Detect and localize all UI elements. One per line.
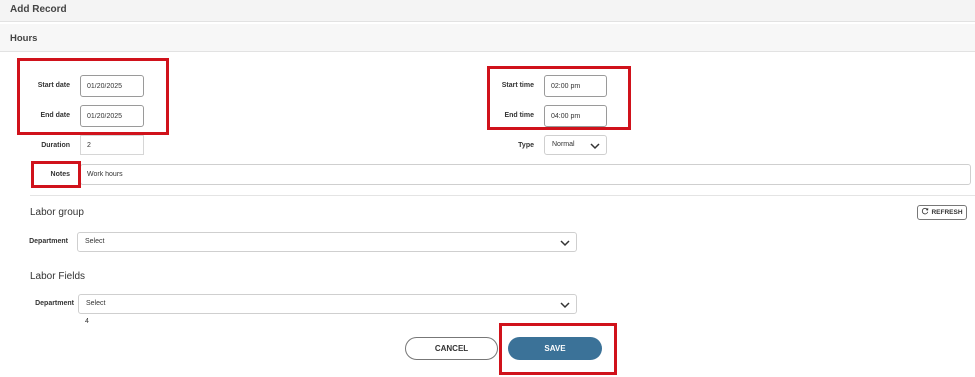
labor-fields-title: Labor Fields	[30, 271, 86, 282]
refresh-label: REFRESH	[931, 209, 963, 216]
dialog-title: Add Record	[10, 4, 67, 15]
type-label: Type	[518, 142, 534, 149]
start-date-label: Start date	[37, 82, 70, 89]
start-date-input[interactable]	[80, 75, 144, 97]
section-title: Hours	[10, 33, 38, 44]
labor-fields-sub-value: 4	[85, 318, 89, 325]
end-date-input[interactable]	[80, 105, 144, 127]
end-time-label: End time	[504, 112, 534, 119]
labor-group-department-label: Department	[29, 238, 68, 245]
end-time-input[interactable]	[544, 105, 607, 127]
start-time-input[interactable]	[544, 75, 607, 97]
end-date-label: End date	[40, 112, 70, 119]
type-select-value: Normal	[552, 141, 575, 148]
save-button[interactable]: SAVE	[508, 337, 602, 360]
labor-fields-department-select[interactable]: Select	[78, 294, 577, 314]
labor-fields-department-value: Select	[86, 300, 106, 307]
refresh-icon	[922, 207, 929, 215]
refresh-button[interactable]: REFRESH	[917, 205, 967, 220]
type-select[interactable]: Normal	[544, 135, 607, 155]
dialog-header: Add Record	[0, 0, 975, 22]
cancel-button[interactable]: CANCEL	[405, 337, 498, 360]
labor-fields-department-label: Department	[35, 300, 74, 307]
duration-input[interactable]	[80, 135, 144, 155]
notes-input[interactable]	[80, 164, 971, 185]
section-header-hours[interactable]: Hours	[0, 24, 975, 52]
labor-group-department-select[interactable]: Select	[77, 232, 577, 252]
chevron-down-icon	[560, 302, 570, 309]
notes-label: Notes	[50, 171, 70, 178]
divider	[30, 195, 975, 196]
chevron-down-icon	[560, 240, 570, 247]
start-time-label: Start time	[501, 82, 534, 89]
labor-group-department-value: Select	[85, 238, 105, 245]
chevron-down-icon	[590, 143, 600, 150]
duration-label: Duration	[41, 142, 70, 149]
labor-group-title: Labor group	[30, 207, 84, 218]
